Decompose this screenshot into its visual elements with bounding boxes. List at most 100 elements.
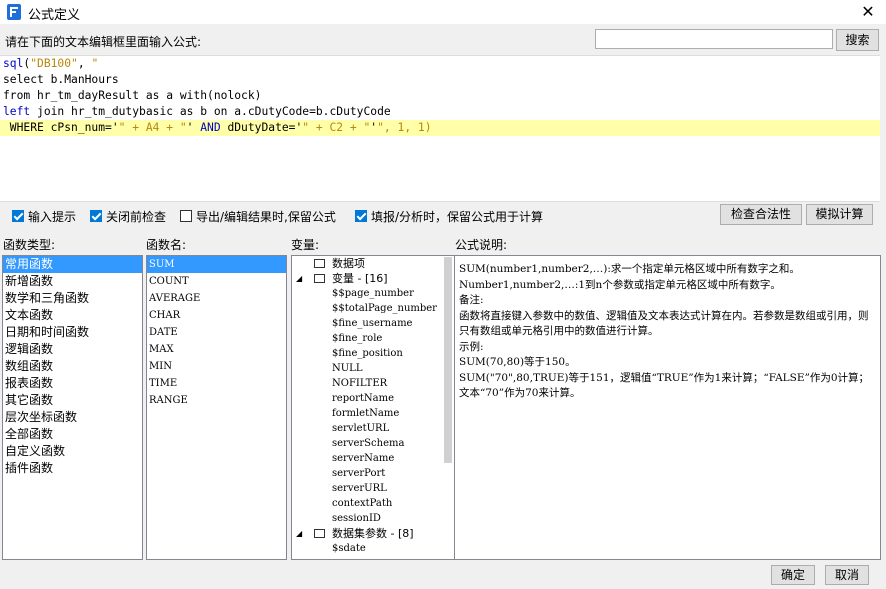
code-token: , 1, 1) bbox=[383, 121, 432, 134]
func-name-item[interactable]: MIN bbox=[147, 358, 286, 375]
func-type-item[interactable]: 插件函数 bbox=[3, 460, 142, 477]
code-line[interactable]: WHERE cPsn_num='" + A4 + "' AND dDutyDat… bbox=[0, 120, 880, 136]
app-logo-icon bbox=[7, 4, 21, 20]
tree-node-label: NOFILTER bbox=[332, 378, 388, 389]
code-token: " bbox=[91, 57, 99, 70]
code-token: join hr_tm_dutybasic as b on a.cDutyCode… bbox=[30, 105, 391, 118]
tree-node[interactable]: NULL bbox=[292, 361, 454, 376]
func-name-item[interactable]: CHAR bbox=[147, 307, 286, 324]
check-before-close-checkbox[interactable]: 关闭前检查 bbox=[90, 208, 166, 224]
expand-arrow-icon[interactable]: ◢ bbox=[296, 271, 302, 286]
description-label: 公式说明: bbox=[455, 238, 508, 252]
code-token: sql bbox=[3, 57, 24, 70]
code-token: ' bbox=[186, 121, 201, 134]
func-type-list[interactable]: 常用函数 新增函数 数学和三角函数 文本函数 日期和时间函数 逻辑函数 数组函数 报表函数 其它… bbox=[2, 255, 143, 560]
tree-node[interactable]: $fine_role bbox=[292, 331, 454, 346]
tree-node[interactable]: serverPort bbox=[292, 466, 454, 481]
func-name-list[interactable]: SUM COUNT AVERAGE CHAR DATE MAX MIN TIME RANGE bbox=[146, 255, 287, 560]
simulate-button[interactable]: 模拟计算 bbox=[806, 204, 873, 225]
func-name-item[interactable]: MAX bbox=[147, 341, 286, 358]
tree-node-label: $sdate bbox=[332, 543, 366, 554]
variable-icon bbox=[314, 274, 325, 283]
func-type-item[interactable]: 层次坐标函数 bbox=[3, 409, 142, 426]
code-line[interactable]: from hr_tm_dayResult as a with(nolock) bbox=[0, 88, 880, 104]
func-type-item[interactable]: 日期和时间函数 bbox=[3, 324, 142, 341]
tree-node[interactable]: ◢ 数据集参数 - [8] bbox=[292, 526, 454, 541]
tree-node-label: $$totalPage_number bbox=[332, 303, 437, 314]
func-type-item[interactable]: 数组函数 bbox=[3, 358, 142, 375]
tree-node[interactable]: $$page_number bbox=[292, 286, 454, 301]
keep-formula-export-checkbox[interactable]: 导出/编辑结果时,保留公式 bbox=[180, 208, 336, 224]
code-token: dDutyDate=' bbox=[220, 121, 303, 134]
tree-node[interactable]: servletURL bbox=[292, 421, 454, 436]
tree-node[interactable]: ◢ 变量 - [16] bbox=[292, 271, 454, 286]
func-type-item[interactable]: 报表函数 bbox=[3, 375, 142, 392]
func-type-item[interactable]: 逻辑函数 bbox=[3, 341, 142, 358]
tree-node[interactable]: NOFILTER bbox=[292, 376, 454, 391]
tree-node[interactable]: 数据项 bbox=[292, 256, 454, 271]
tree-node[interactable]: $sdate bbox=[292, 541, 454, 556]
func-type-item[interactable]: 全部函数 bbox=[3, 426, 142, 443]
checkbox-label: 输入提示 bbox=[28, 209, 77, 224]
tree-node-label: serverPort bbox=[332, 468, 386, 479]
code-token: WHERE cPsn_num=' bbox=[3, 121, 119, 134]
tree-node[interactable]: serverURL bbox=[292, 481, 454, 496]
checkbox-label: 导出/编辑结果时,保留公式 bbox=[196, 209, 336, 224]
checkbox-label: 填报/分析时，保留公式用于计算 bbox=[371, 209, 544, 224]
tree-node-label: formletName bbox=[332, 408, 400, 419]
checkbox-box[interactable] bbox=[180, 210, 192, 222]
tree-node[interactable]: $fine_position bbox=[292, 346, 454, 361]
code-line[interactable]: left join hr_tm_dutybasic as b on a.cDut… bbox=[0, 104, 880, 120]
func-type-item[interactable]: 数学和三角函数 bbox=[3, 290, 142, 307]
func-name-label: 函数名: bbox=[146, 238, 187, 252]
editor-prompt: 请在下面的文本编辑框里面输入公式: bbox=[5, 35, 202, 49]
tree-node[interactable]: serverSchema bbox=[292, 436, 454, 451]
func-name-item[interactable]: RANGE bbox=[147, 392, 286, 409]
checkbox-label: 关闭前检查 bbox=[106, 209, 167, 224]
tree-node-label: serverURL bbox=[332, 483, 387, 494]
tree-node[interactable]: sessionID bbox=[292, 511, 454, 526]
ok-button[interactable]: 确定 bbox=[771, 565, 815, 585]
func-type-item[interactable]: 自定义函数 bbox=[3, 443, 142, 460]
formula-editor[interactable]: sql("DB100", " select b.ManHours from hr_t… bbox=[0, 55, 880, 202]
func-type-item[interactable]: 常用函数 bbox=[3, 256, 142, 273]
tree-node[interactable]: $fine_username bbox=[292, 316, 454, 331]
code-line[interactable]: sql("DB100", " bbox=[0, 56, 880, 72]
search-input[interactable] bbox=[595, 29, 833, 49]
tree-node-label: serverSchema bbox=[332, 438, 405, 449]
checkbox-box[interactable] bbox=[90, 210, 102, 222]
keep-formula-fill-checkbox[interactable]: 填报/分析时，保留公式用于计算 bbox=[355, 208, 543, 224]
validate-button[interactable]: 检查合法性 bbox=[720, 204, 802, 225]
close-icon[interactable]: ✕ bbox=[858, 2, 878, 22]
func-name-item[interactable]: TIME bbox=[147, 375, 286, 392]
description-line: Number1,number2,…:1到n个参数或指定单元格区域中所有数字。 bbox=[459, 278, 781, 291]
tree-node[interactable]: serverName bbox=[292, 451, 454, 466]
expand-arrow-icon[interactable]: ◢ bbox=[296, 526, 302, 541]
tree-node[interactable]: contextPath bbox=[292, 496, 454, 511]
description-line: SUM(number1,number2,…):求一个指定单元格区域中所有数字之和… bbox=[459, 263, 800, 275]
input-hint-checkbox[interactable]: 输入提示 bbox=[12, 208, 76, 224]
func-type-item[interactable]: 其它函数 bbox=[3, 392, 142, 409]
variable-tree-scrollbar[interactable] bbox=[444, 257, 452, 463]
title-bar: 公式定义 ✕ bbox=[0, 0, 886, 24]
checkbox-box[interactable] bbox=[355, 210, 367, 222]
cancel-button[interactable]: 取消 bbox=[825, 565, 869, 585]
tree-node-label: contextPath bbox=[332, 498, 393, 509]
tree-node-label: 数据集参数 - [8] bbox=[332, 527, 414, 540]
tree-node[interactable]: formletName bbox=[292, 406, 454, 421]
tree-node[interactable]: $$totalPage_number bbox=[292, 301, 454, 316]
tree-node-label: sessionID bbox=[332, 513, 381, 524]
code-token: " bbox=[377, 121, 384, 134]
func-type-item[interactable]: 新增函数 bbox=[3, 273, 142, 290]
search-button[interactable]: 搜索 bbox=[836, 29, 879, 51]
func-name-item[interactable]: DATE bbox=[147, 324, 286, 341]
func-name-item[interactable]: AVERAGE bbox=[147, 290, 286, 307]
code-token: from hr_tm_dayResult as a with(nolock) bbox=[3, 89, 262, 102]
func-name-item[interactable]: SUM bbox=[147, 256, 286, 273]
checkbox-box[interactable] bbox=[12, 210, 24, 222]
func-type-item[interactable]: 文本函数 bbox=[3, 307, 142, 324]
code-line[interactable]: select b.ManHours bbox=[0, 72, 880, 88]
tree-node[interactable]: reportName bbox=[292, 391, 454, 406]
variable-tree[interactable]: 数据项 ◢ 变量 - [16] $$page_number $$totalPage_nu… bbox=[291, 255, 455, 560]
func-name-item[interactable]: COUNT bbox=[147, 273, 286, 290]
